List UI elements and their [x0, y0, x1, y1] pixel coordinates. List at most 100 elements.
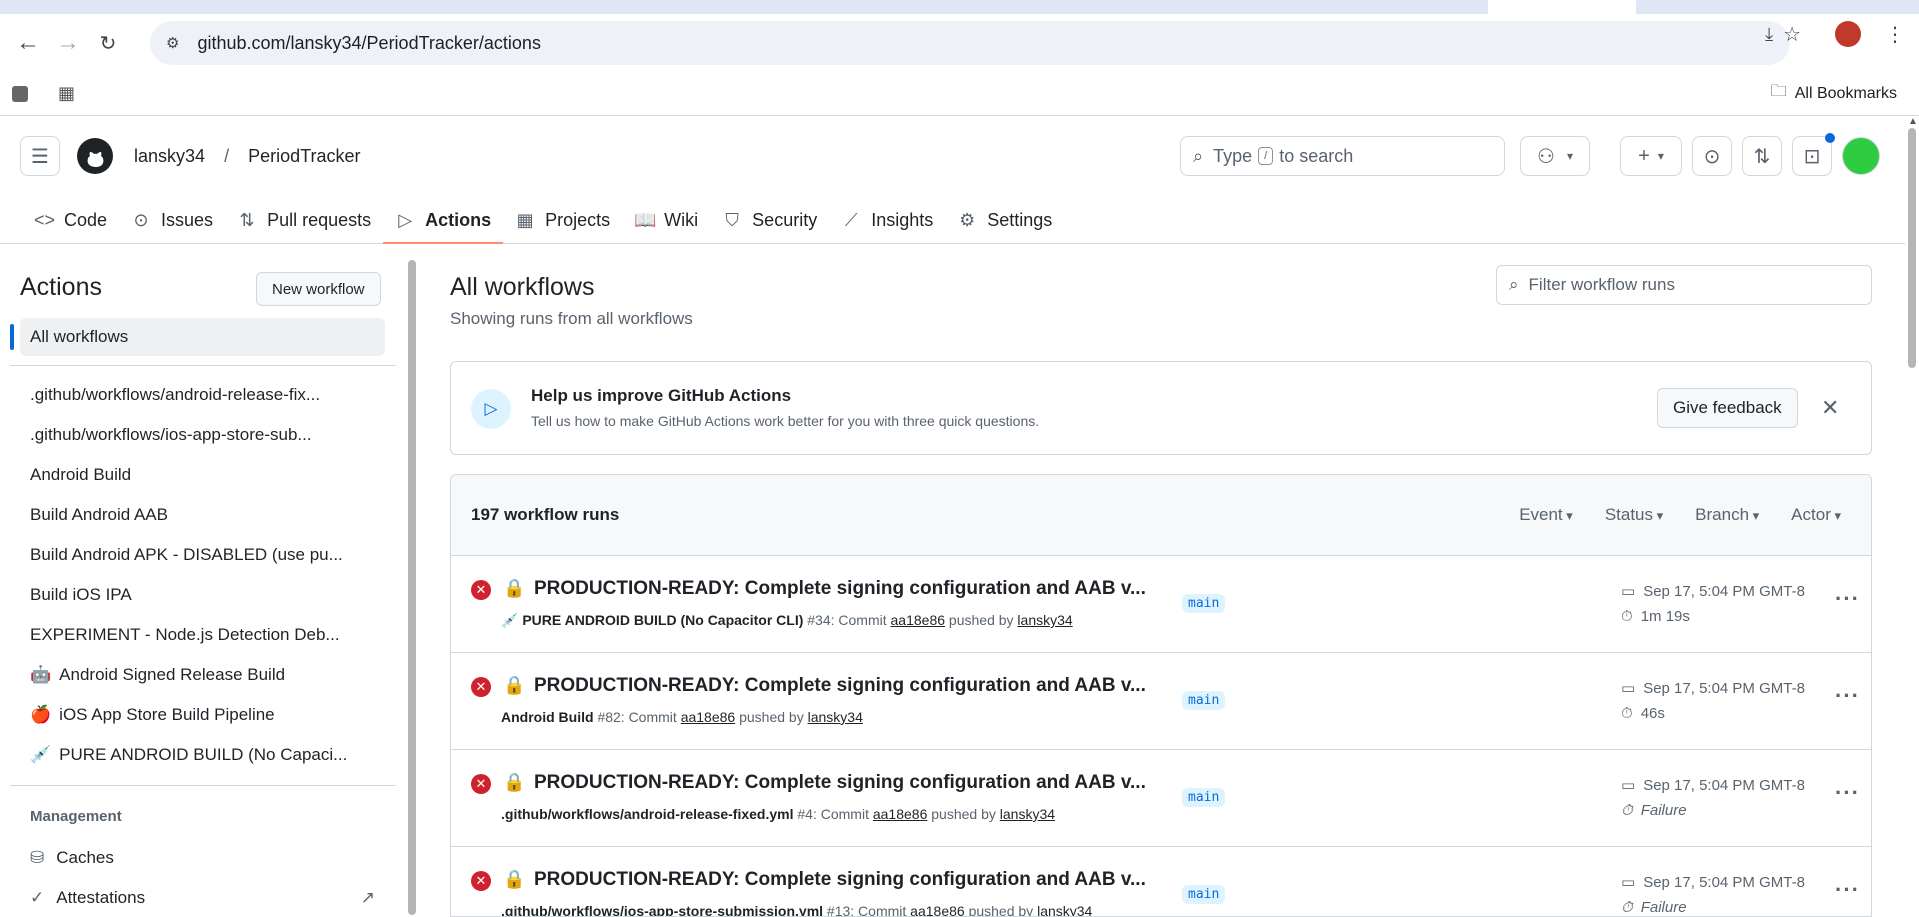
scroll-up-icon[interactable]: ▲ [1908, 116, 1918, 127]
event-filter[interactable]: Event [1519, 505, 1573, 525]
breadcrumb-owner[interactable]: lansky34 [134, 146, 205, 166]
workflow-label: EXPERIMENT - Node.js Detection Deb... [30, 625, 340, 644]
commit-link[interactable]: aa18e86 [681, 709, 736, 725]
workflow-item[interactable]: 💉 PURE ANDROID BUILD (No Capaci... [30, 735, 347, 775]
back-button[interactable]: ← [8, 23, 48, 63]
run-title[interactable]: PRODUCTION-READY: Complete signing confi… [534, 675, 1146, 697]
run-title[interactable]: PRODUCTION-READY: Complete signing confi… [534, 869, 1146, 891]
address-bar[interactable]: ⚙ github.com/lansky34/PeriodTracker/acti… [150, 21, 1790, 65]
divider [10, 785, 396, 786]
actor-filter[interactable]: Actor [1791, 505, 1841, 525]
sidebar-item-attestations[interactable]: ✓ Attestations ↗ [30, 878, 375, 917]
run-meta: .github/workflows/ios-app-store-submissi… [501, 903, 1092, 916]
filter-runs-input[interactable]: ⌕ Filter workflow runs [1496, 265, 1872, 305]
tab-issues[interactable]: ⊙ Issues [119, 196, 225, 244]
issues-button[interactable]: ⊙ [1692, 136, 1732, 176]
commit-link[interactable]: aa18e86 [891, 612, 946, 628]
tab-insights[interactable]: ⟋ Insights [829, 196, 945, 244]
all-bookmarks[interactable]: 🗀 All Bookmarks [1771, 80, 1897, 107]
page-scrollbar[interactable]: ▲ [1905, 116, 1919, 917]
close-icon[interactable]: ✕ [1821, 395, 1839, 421]
inbox-button[interactable]: ⊡ [1792, 133, 1835, 176]
workflow-item[interactable]: .github/workflows/android-release-fix... [30, 375, 347, 415]
tab-projects[interactable]: ▦ Projects [503, 196, 622, 244]
more-options-icon[interactable]: ··· [1835, 586, 1860, 612]
commit-link[interactable]: aa18e86 [873, 806, 928, 822]
user-link[interactable]: lansky34 [808, 709, 863, 725]
run-title[interactable]: PRODUCTION-READY: Complete signing confi… [534, 772, 1146, 794]
sidebar-scrollbar-thumb[interactable] [408, 260, 416, 915]
pull-requests-button[interactable]: ⇅ [1742, 136, 1782, 176]
bookmark-star-icon[interactable]: ☆ [1783, 22, 1801, 47]
sidebar-item-all-workflows[interactable]: All workflows [10, 318, 385, 356]
tab-group-icon[interactable] [12, 85, 28, 102]
tab-label: Actions [425, 209, 492, 230]
workflow-item[interactable]: Build iOS IPA [30, 575, 347, 615]
more-options-icon[interactable]: ··· [1835, 683, 1860, 709]
apps-grid-icon[interactable]: ▦ [58, 83, 75, 104]
tab-security[interactable]: ⛉ Security [710, 196, 829, 244]
more-options-icon[interactable]: ··· [1835, 877, 1860, 903]
workflow-item[interactable]: .github/workflows/ios-app-store-sub... [30, 415, 347, 455]
branch-badge[interactable]: main [1182, 885, 1226, 904]
workflow-item[interactable]: 🤖 Android Signed Release Build [30, 655, 347, 695]
run-duration: ⏱ 46s [1621, 705, 1665, 722]
stopwatch-icon: ⏱ [1621, 899, 1633, 916]
workflow-item[interactable]: EXPERIMENT - Node.js Detection Deb... [30, 615, 347, 655]
user-avatar[interactable] [1842, 137, 1880, 175]
give-feedback-button[interactable]: Give feedback [1657, 388, 1798, 428]
search-input[interactable]: ⌕ Type / to search [1180, 136, 1505, 176]
arrow-up-right-icon: ↗ [360, 888, 375, 907]
sidebar-scrollbar[interactable] [407, 248, 417, 917]
more-options-icon[interactable]: ··· [1835, 780, 1860, 806]
tab-label: Projects [545, 209, 611, 230]
x-circle-fail-icon: ✕ [471, 677, 491, 697]
github-logo-icon[interactable] [76, 137, 114, 175]
management-heading: Management [30, 808, 122, 825]
site-info-icon[interactable]: ⚙ [166, 34, 179, 52]
run-date: ▭ Sep 17, 5:04 PM GMT-8 [1621, 776, 1805, 795]
reload-button[interactable]: ↻ [88, 23, 128, 63]
forward-button[interactable]: → [48, 23, 88, 63]
branch-filter[interactable]: Branch [1695, 505, 1759, 525]
browser-tab[interactable] [1488, 0, 1636, 14]
page-scrollbar-thumb[interactable] [1908, 128, 1916, 368]
create-new-button[interactable]: + ▾ [1620, 136, 1682, 176]
menu-kebab-icon[interactable]: ⋮ [1885, 22, 1905, 47]
run-title[interactable]: PRODUCTION-READY: Complete signing confi… [534, 578, 1146, 600]
hamburger-menu-icon[interactable]: ☰ [20, 136, 60, 176]
run-row[interactable]: ✕ 🔒 PRODUCTION-READY: Complete signing c… [451, 750, 1871, 847]
workflow-item[interactable]: Build Android APK - DISABLED (use pu... [30, 535, 347, 575]
run-row[interactable]: ✕ 🔒 PRODUCTION-READY: Complete signing c… [451, 556, 1871, 653]
user-link[interactable]: lansky34 [1000, 806, 1055, 822]
copilot-icon: ⚇ [1537, 145, 1555, 168]
workflow-item[interactable]: Build Android AAB [30, 495, 347, 535]
tab-code[interactable]: <> Code [22, 196, 119, 244]
install-icon[interactable]: ⤓ [1765, 24, 1773, 45]
tab-pull-requests[interactable]: ⇅ Pull requests [225, 196, 383, 244]
breadcrumb-separator: / [224, 145, 230, 166]
run-row[interactable]: ✕ 🔒 PRODUCTION-READY: Complete signing c… [451, 847, 1871, 916]
copilot-button[interactable]: ⚇ ▾ [1520, 136, 1590, 176]
run-duration: ⏱ 1m 19s [1621, 608, 1690, 625]
commit-link[interactable]: aa18e86 [910, 903, 965, 916]
profile-avatar[interactable] [1835, 21, 1861, 47]
user-link[interactable]: lansky34 [1017, 612, 1072, 628]
new-workflow-button[interactable]: New workflow [256, 272, 381, 306]
user-link[interactable]: lansky34 [1037, 903, 1092, 916]
lock-icon: 🔒 [503, 675, 526, 695]
sidebar-item-caches[interactable]: ⛁ Caches [30, 838, 114, 878]
tab-actions[interactable]: ▷ Actions [383, 196, 504, 244]
breadcrumb-repo[interactable]: PeriodTracker [248, 146, 360, 166]
workflow-label: Android Build [30, 465, 132, 484]
branch-badge[interactable]: main [1182, 691, 1226, 710]
run-row[interactable]: ✕ 🔒 PRODUCTION-READY: Complete signing c… [451, 653, 1871, 750]
branch-badge[interactable]: main [1182, 788, 1226, 807]
issues-icon: ⊙ [133, 209, 149, 230]
workflow-item[interactable]: Android Build [30, 455, 347, 495]
tab-settings[interactable]: ⚙ Settings [945, 196, 1064, 244]
branch-badge[interactable]: main [1182, 594, 1226, 613]
workflow-item[interactable]: 🍎 iOS App Store Build Pipeline [30, 695, 347, 735]
status-filter[interactable]: Status [1605, 505, 1663, 525]
tab-wiki[interactable]: 📖 Wiki [622, 196, 710, 244]
